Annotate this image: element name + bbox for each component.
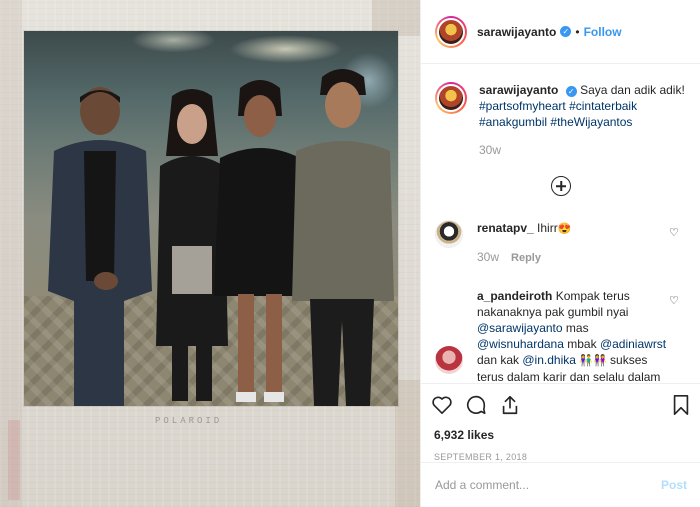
post-comment-button[interactable]: Post [661,478,687,492]
comments-panel[interactable]: sarawijayanto ✓ Saya dan adik adik! #par… [421,65,700,383]
commenter-username[interactable]: renatapv_ [477,221,534,235]
caption-avatar-image [437,84,465,112]
action-icons-row [431,392,691,418]
caption-text-block: sarawijayanto ✓ Saya dan adik adik! #par… [479,82,685,158]
comment-emoji: 😍 [557,223,572,235]
comment-emoji: 👫👭 [579,355,607,367]
bookmark-save-icon[interactable] [671,394,691,416]
group-photo [24,31,398,406]
post-date[interactable]: SEPTEMBER 1, 2018 [434,452,691,462]
add-comment-input[interactable] [435,478,661,492]
add-comment-bar: Post [421,462,700,507]
likes-count[interactable]: 6,932 likes [434,428,691,442]
comment-text: mas [565,321,589,335]
comment-text: dan kak [477,353,520,367]
author-avatar-image [437,17,465,46]
caption-time[interactable]: 30w [479,142,685,158]
post-actions: 6,932 likes SEPTEMBER 1, 2018 [421,383,700,462]
caption: sarawijayanto ✓ Saya dan adik adik! #par… [421,65,700,158]
separator-dot: • [575,24,580,39]
person-4 [292,69,394,406]
polaroid-frame-label: POLAROID [155,416,223,426]
comment-bubble-icon[interactable] [465,394,487,416]
mention-sarawijayanto[interactable]: @sarawijayanto [477,321,563,335]
mention-in-dhika[interactable]: @in.dhika [522,353,576,367]
post-sidebar: sarawijayanto ✓ • Follow sarawijayanto ✓… [420,0,700,507]
comment-text: Ihirr [537,221,558,235]
hashtag-thewijayantos[interactable]: #theWijayantos [550,115,632,129]
post-header: sarawijayanto ✓ • Follow [421,0,700,64]
author-username[interactable]: sarawijayanto [477,25,556,39]
reply-button[interactable]: Reply [511,252,541,264]
comment-like-heart-icon[interactable]: ♡ [669,296,679,307]
paper-tape-bottom-left [8,420,20,500]
commenter-avatar[interactable] [435,346,463,374]
comment-time[interactable]: 30w [477,250,499,264]
comment-body: a_pandeiroth Kompak terus nakanaknya pak… [477,288,675,383]
share-upload-icon[interactable] [499,394,521,416]
like-heart-icon[interactable] [431,395,453,415]
load-more-comments-icon[interactable] [551,176,571,196]
comment-meta: 30w Reply [477,249,675,266]
comment-like-heart-icon[interactable]: ♡ [669,228,679,239]
commenter-username[interactable]: a_pandeiroth [477,289,552,303]
hashtag-anakgumbil[interactable]: #anakgumbil [479,115,547,129]
paper-tape-bottom-right [395,380,420,507]
commenter-avatar[interactable] [435,220,463,248]
comment-text: mbak [567,337,597,351]
comment-body: renatapv_ Ihirr😍 30w Reply [477,220,675,266]
comment-item: renatapv_ Ihirr😍 30w Reply ♡ [421,220,700,266]
caption-avatar[interactable] [435,82,467,114]
mention-wisnuhardana[interactable]: @wisnuhardana [477,337,564,351]
caption-text: Saya dan adik adik! [580,83,685,97]
caption-verified-badge-icon: ✓ [565,86,577,97]
post-media[interactable]: POLAROID [0,0,420,507]
hashtag-cintaterbaik[interactable]: #cintaterbaik [569,99,637,113]
mention-adiniawrst[interactable]: @adiniawrst [600,337,666,351]
hashtag-partsofmyheart[interactable]: #partsofmyheart [479,99,566,113]
caption-username[interactable]: sarawijayanto [479,83,558,97]
verified-badge-icon: ✓ [560,26,572,37]
follow-button[interactable]: Follow [584,25,622,39]
author-avatar[interactable] [435,15,467,48]
comment-item: a_pandeiroth Kompak terus nakanaknya pak… [421,288,700,383]
